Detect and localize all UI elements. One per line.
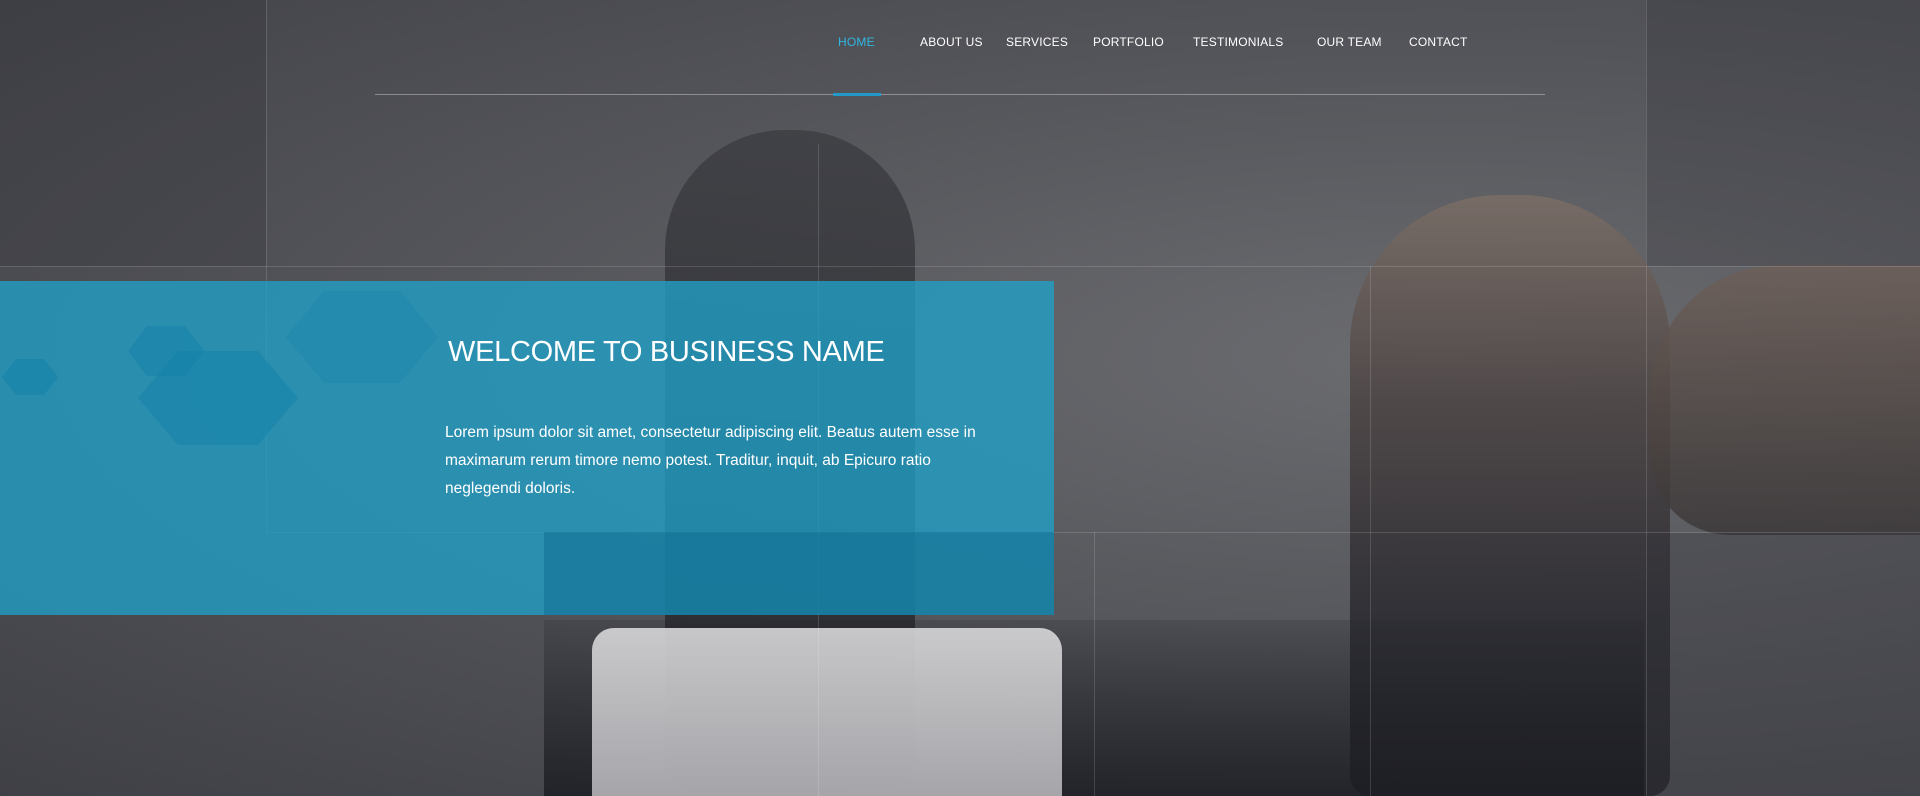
background-person-colleague xyxy=(1650,265,1920,535)
nav-testimonials[interactable]: TESTIMONIALS xyxy=(1193,35,1283,49)
nav-portfolio[interactable]: PORTFOLIO xyxy=(1093,35,1164,49)
hexagon-decoration xyxy=(2,359,58,395)
grid-line xyxy=(1646,0,1647,796)
hero-description: Lorem ipsum dolor sit amet, consectetur … xyxy=(445,424,976,497)
grid-line xyxy=(1094,532,1095,796)
nav-about-us[interactable]: ABOUT US xyxy=(920,35,983,49)
grid-line xyxy=(1370,266,1371,796)
nav-contact[interactable]: CONTACT xyxy=(1409,35,1468,49)
hero-title: WELCOME TO BUSINESS NAME xyxy=(448,336,885,368)
nav-divider xyxy=(375,94,1545,95)
nav-active-indicator xyxy=(833,93,881,96)
grid-tile xyxy=(1646,533,1920,796)
grid-line xyxy=(0,266,1920,267)
main-navbar: HOME ABOUT US SERVICES PORTFOLIO TESTIMO… xyxy=(0,0,1920,96)
nav-services[interactable]: SERVICES xyxy=(1006,35,1068,49)
nav-our-team[interactable]: OUR TEAM xyxy=(1317,35,1382,49)
nav-home[interactable]: HOME xyxy=(838,35,875,49)
hexagon-decoration xyxy=(286,291,438,383)
hero-panel-overlay xyxy=(544,532,1054,615)
background-laptop xyxy=(592,628,1062,796)
